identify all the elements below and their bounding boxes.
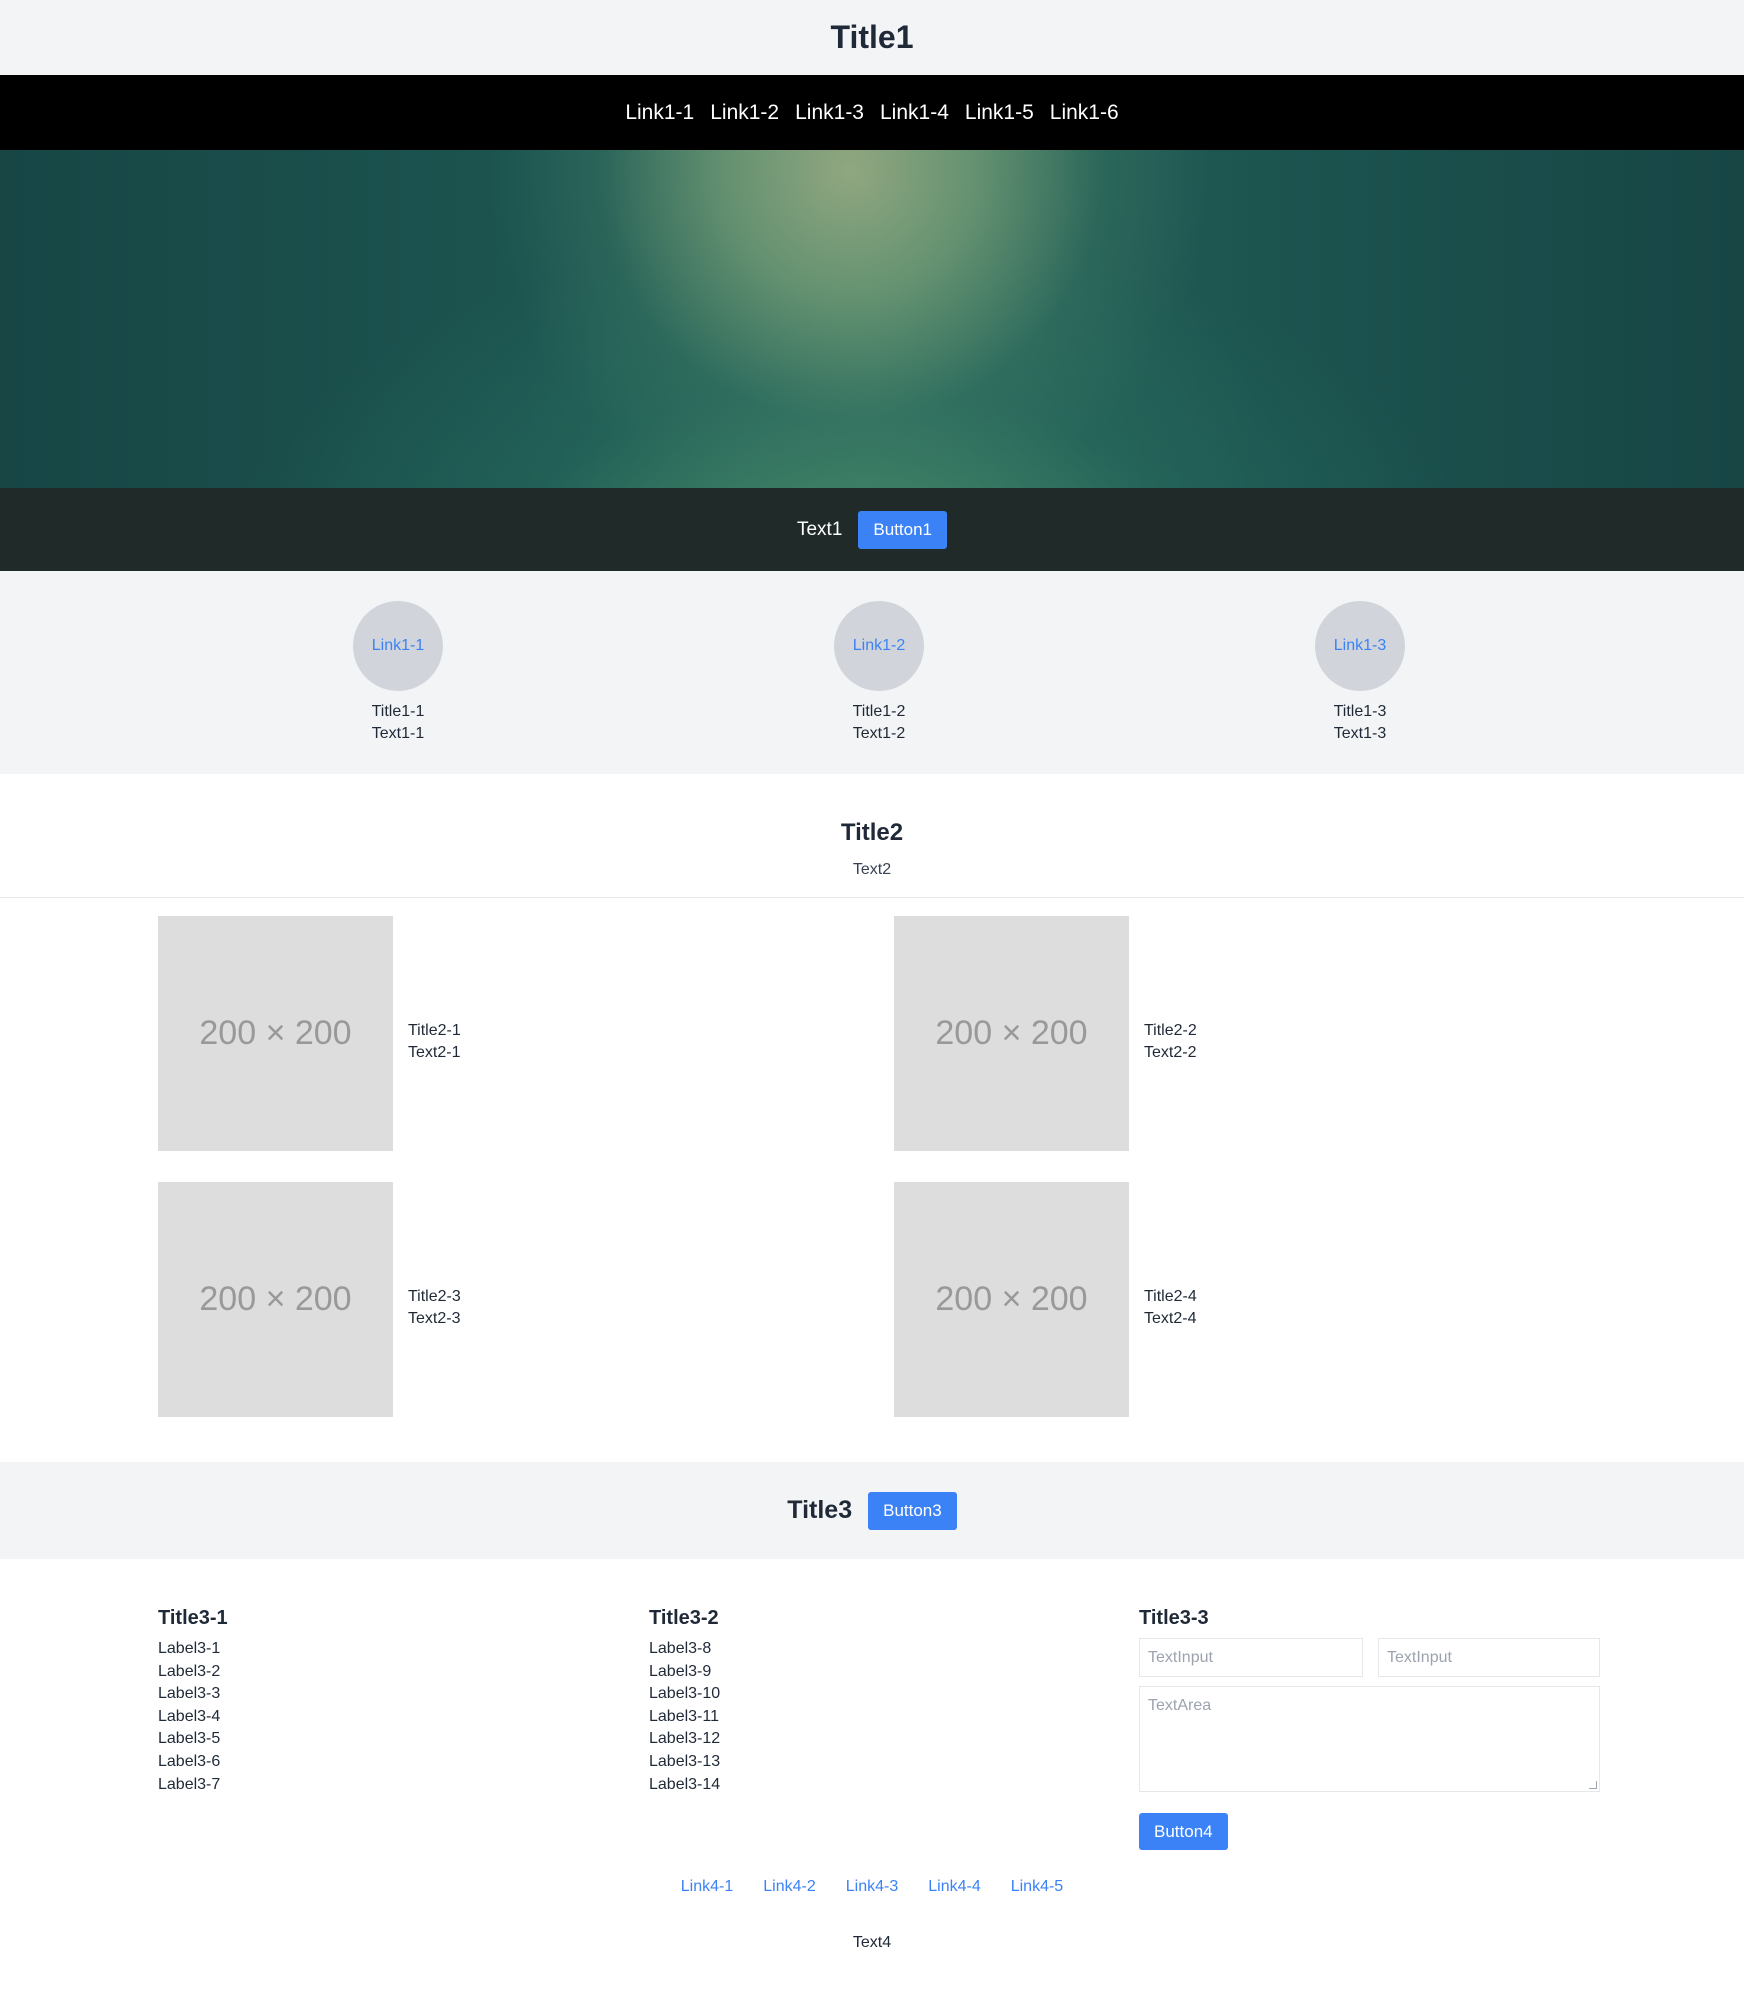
page-title: Title1 bbox=[830, 19, 914, 55]
header-section: Title1 bbox=[0, 0, 1744, 75]
main-nav: Link1-1 Link1-2 Link1-3 Link1-4 Link1-5 … bbox=[0, 75, 1744, 150]
footer-link-2[interactable]: Link4-2 bbox=[763, 1878, 815, 1896]
feature-text: Text1-2 bbox=[852, 725, 906, 742]
cta-text: Text1 bbox=[796, 518, 843, 540]
image-placeholder: 200 × 200 bbox=[894, 1182, 1129, 1417]
feature-title: Title1-1 bbox=[371, 703, 425, 720]
image-placeholder: 200 × 200 bbox=[158, 916, 393, 1151]
textarea-placeholder: TextArea bbox=[1148, 1697, 1212, 1714]
card-text: Text2-1 bbox=[408, 1044, 461, 1061]
textarea-field[interactable]: TextArea bbox=[1139, 1686, 1600, 1792]
media-card: 200 × 200 Title2-2 Text2-2 bbox=[894, 916, 1454, 1151]
column-label: Label3-2 bbox=[158, 1662, 221, 1680]
column-label: Label3-5 bbox=[158, 1730, 221, 1748]
column-label: Label3-10 bbox=[649, 1685, 721, 1703]
submit-button[interactable]: Button4 bbox=[1139, 1813, 1228, 1850]
feature-link[interactable]: Link1-2 bbox=[853, 637, 905, 655]
section3-title: Title3 bbox=[787, 1496, 853, 1524]
card-title: Title2-4 bbox=[1144, 1288, 1197, 1305]
features-section: Link1-1 Title1-1 Text1-1 Link1-2 Title1-… bbox=[0, 571, 1744, 774]
footer-links: Link4-1 Link4-2 Link4-3 Link4-4 Link4-5 bbox=[0, 1878, 1744, 1896]
section3-band: Title3 Button3 bbox=[0, 1462, 1744, 1559]
image-placeholder: 200 × 200 bbox=[894, 916, 1129, 1151]
card-title: Title2-3 bbox=[408, 1288, 461, 1305]
hero-image bbox=[0, 150, 1744, 488]
feature-circle[interactable]: Link1-1 bbox=[353, 601, 443, 691]
cta-band: Text1 Button1 bbox=[0, 488, 1744, 571]
nav-link-5[interactable]: Link1-5 bbox=[965, 101, 1034, 125]
media-card: 200 × 200 Title2-3 Text2-3 bbox=[158, 1182, 718, 1417]
feature-title: Title1-3 bbox=[1333, 703, 1387, 720]
form-title: Title3-3 bbox=[1139, 1607, 1209, 1629]
column-label: Label3-11 bbox=[649, 1707, 719, 1725]
column-label: Label3-13 bbox=[649, 1752, 721, 1770]
column-label: Label3-6 bbox=[158, 1752, 221, 1770]
section3-button[interactable]: Button3 bbox=[868, 1491, 957, 1530]
column-title: Title3-2 bbox=[649, 1607, 719, 1629]
column-label: Label3-9 bbox=[649, 1662, 712, 1680]
feature-text: Text1-1 bbox=[371, 725, 425, 742]
media-card: 200 × 200 Title2-1 Text2-1 bbox=[158, 916, 718, 1151]
column-label: Label3-1 bbox=[158, 1640, 221, 1657]
label-column-2: Title3-2 Label3-8 Label3-9 Label3-10 Lab… bbox=[649, 1606, 1089, 1796]
section2-header: Title2 Text2 bbox=[0, 774, 1744, 898]
feature-item: Link1-1 Title1-1 Text1-1 bbox=[288, 601, 508, 745]
column-label: Label3-12 bbox=[649, 1730, 721, 1748]
feature-link[interactable]: Link1-1 bbox=[372, 637, 424, 655]
nav-link-1[interactable]: Link1-1 bbox=[625, 101, 694, 125]
nav-link-6[interactable]: Link1-6 bbox=[1050, 101, 1119, 125]
text-input-2[interactable]: TextInput bbox=[1378, 1638, 1600, 1677]
card-title: Title2-1 bbox=[408, 1022, 461, 1039]
footer-link-3[interactable]: Link4-3 bbox=[846, 1878, 898, 1896]
column-label: Label3-4 bbox=[158, 1707, 221, 1725]
feature-title: Title1-2 bbox=[852, 703, 906, 720]
card-text: Text2-3 bbox=[408, 1310, 461, 1327]
footer-link-1[interactable]: Link4-1 bbox=[681, 1878, 733, 1896]
footer-link-5[interactable]: Link4-5 bbox=[1011, 1878, 1063, 1896]
feature-circle[interactable]: Link1-2 bbox=[834, 601, 924, 691]
card-text: Text2-4 bbox=[1144, 1310, 1197, 1327]
nav-link-2[interactable]: Link1-2 bbox=[710, 101, 779, 125]
column-title: Title3-1 bbox=[158, 1607, 228, 1629]
nav-link-4[interactable]: Link1-4 bbox=[880, 101, 949, 125]
feature-circle[interactable]: Link1-3 bbox=[1315, 601, 1405, 691]
column-label: Label3-14 bbox=[649, 1775, 721, 1793]
card-title: Title2-2 bbox=[1144, 1022, 1197, 1039]
form-column: Title3-3 bbox=[1139, 1606, 1579, 1630]
section2-title: Title2 bbox=[840, 819, 904, 846]
card-text: Text2-2 bbox=[1144, 1044, 1197, 1061]
feature-link[interactable]: Link1-3 bbox=[1334, 637, 1386, 655]
cta-button[interactable]: Button1 bbox=[858, 510, 948, 549]
resize-handle-icon[interactable] bbox=[1589, 1781, 1597, 1789]
feature-item: Link1-2 Title1-2 Text1-2 bbox=[769, 601, 989, 745]
feature-item: Link1-3 Title1-3 Text1-3 bbox=[1250, 601, 1470, 745]
column-label: Label3-3 bbox=[158, 1685, 221, 1703]
label-column-1: Title3-1 Label3-1 Label3-2 Label3-3 Labe… bbox=[158, 1606, 598, 1796]
column-label: Label3-7 bbox=[158, 1775, 221, 1793]
footer-text: Text4 bbox=[852, 1934, 892, 1951]
image-placeholder: 200 × 200 bbox=[158, 1182, 393, 1417]
column-label: Label3-8 bbox=[649, 1640, 712, 1657]
footer-link-4[interactable]: Link4-4 bbox=[928, 1878, 980, 1896]
text-input-1[interactable]: TextInput bbox=[1139, 1638, 1363, 1677]
nav-link-3[interactable]: Link1-3 bbox=[795, 101, 864, 125]
section2-text: Text2 bbox=[852, 861, 892, 878]
media-card: 200 × 200 Title2-4 Text2-4 bbox=[894, 1182, 1454, 1417]
feature-text: Text1-3 bbox=[1333, 725, 1387, 742]
